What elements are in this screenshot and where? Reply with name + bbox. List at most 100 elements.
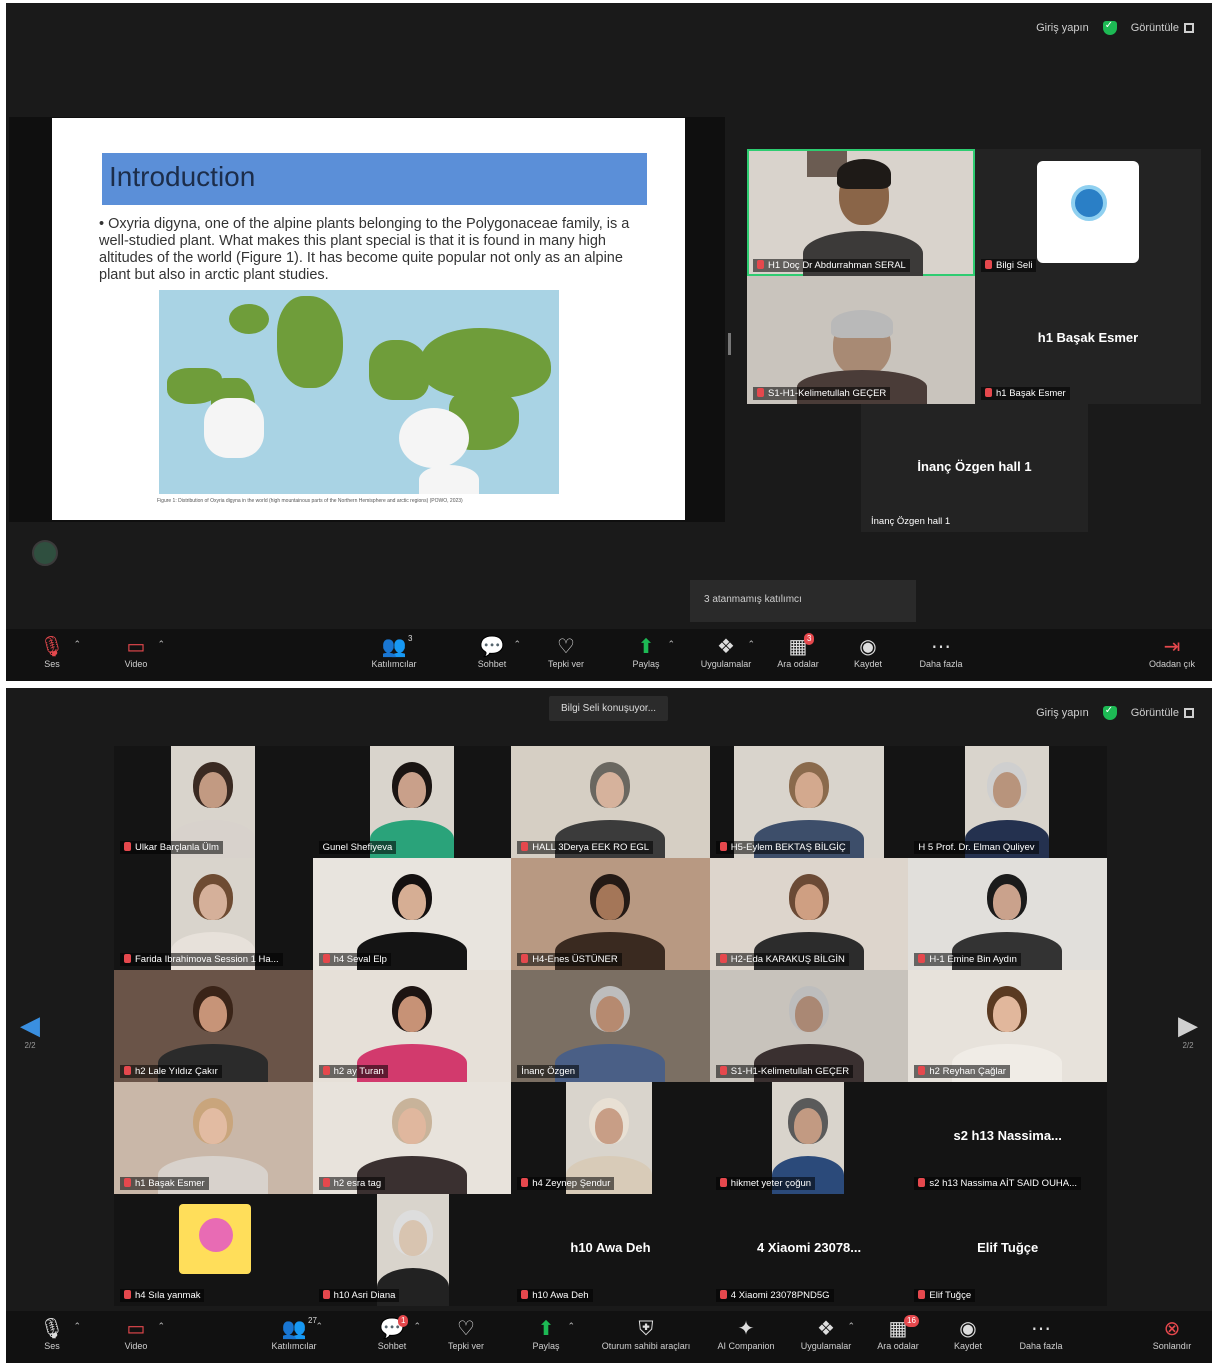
self-avatar[interactable] bbox=[32, 540, 58, 566]
video-tile[interactable]: s2 h13 Nassima... s2 h13 Nassima AİT SAID… bbox=[908, 1082, 1107, 1194]
split-resize-handle[interactable] bbox=[728, 333, 731, 355]
video-tile[interactable]: H2-Eda KARAKUŞ BİLGİN bbox=[709, 858, 909, 970]
security-shield-icon[interactable] bbox=[1102, 705, 1117, 720]
video-tile[interactable]: H4-Enes ÜSTÜNER bbox=[511, 858, 710, 970]
audio-button[interactable]: 🎙 Ses ⌃ bbox=[17, 1317, 87, 1351]
participant-name: h10 Awa Deh bbox=[517, 1289, 593, 1302]
reactions-button[interactable]: ♡ Tepki ver bbox=[531, 635, 601, 669]
sign-in-link[interactable]: Giriş yapın bbox=[1036, 22, 1089, 34]
participant-name: h2 Reyhan Çağlar bbox=[914, 1065, 1010, 1078]
ai-companion-button[interactable]: ✦ AI Companion bbox=[701, 1317, 791, 1351]
end-meeting-button[interactable]: ⊗ Sonlandır bbox=[1137, 1317, 1207, 1351]
leave-room-button[interactable]: ⇥ Odadan çık bbox=[1137, 635, 1207, 669]
chevron-up-icon[interactable]: ⌃ bbox=[513, 639, 521, 650]
video-tile[interactable]: Elif Tuğçe Elif Tuğçe bbox=[908, 1194, 1107, 1306]
video-tile[interactable]: Farida Ibrahimova Session 1 Ha... bbox=[114, 858, 313, 970]
chat-button[interactable]: 💬 1 Sohbet ⌃ bbox=[357, 1315, 427, 1351]
more-button[interactable]: ⋯ Daha fazla bbox=[906, 635, 976, 669]
mic-muted-icon bbox=[719, 954, 727, 963]
chevron-up-icon[interactable]: ⌃ bbox=[567, 1321, 575, 1332]
participants-button[interactable]: 👥 3 Katılımcılar bbox=[359, 634, 429, 669]
video-tile[interactable]: Gunel Shefiyeva bbox=[312, 746, 512, 858]
video-tile[interactable]: h4 Sıla yanmak bbox=[114, 1194, 313, 1306]
video-tile[interactable]: h2 esra tag bbox=[312, 1082, 512, 1194]
participant-name: H1 Doç Dr Abdurrahman SERAL bbox=[753, 259, 910, 272]
host-tools-button[interactable]: ⛨ Oturum sahibi araçları bbox=[591, 1317, 701, 1351]
mic-muted-icon bbox=[719, 842, 727, 851]
video-button[interactable]: ▭ Video ⌃ bbox=[101, 1317, 171, 1351]
record-button[interactable]: ◉ Kaydet bbox=[933, 1317, 1003, 1351]
participants-button[interactable]: 👥 27 Katılımcılar ⌃ bbox=[259, 1316, 329, 1351]
chevron-up-icon[interactable]: ⌃ bbox=[667, 639, 675, 650]
record-button[interactable]: ◉ Kaydet bbox=[833, 635, 903, 669]
video-tile[interactable]: H5-Eylem BEKTAŞ BİLGİÇ bbox=[709, 746, 909, 858]
video-tile[interactable]: HALL 3Derya EEK RO EGL bbox=[511, 746, 710, 858]
view-button[interactable]: Görüntüle bbox=[1131, 707, 1194, 719]
chevron-up-icon[interactable]: ⌃ bbox=[73, 1321, 81, 1332]
distribution-map bbox=[159, 290, 559, 494]
mic-muted-icon bbox=[124, 1178, 131, 1187]
video-tile[interactable]: 4 Xiaomi 23078... 4 Xiaomi 23078PND5G bbox=[709, 1194, 909, 1306]
apps-button[interactable]: ❖ Uygulamalar ⌃ bbox=[791, 1317, 861, 1351]
video-tile[interactable]: H1 Doç Dr Abdurrahman SERAL bbox=[747, 149, 975, 276]
chat-button[interactable]: 💬 Sohbet ⌃ bbox=[457, 635, 527, 669]
participant-name: h1 Başak Esmer bbox=[981, 387, 1070, 400]
video-tile[interactable]: S1-H1-Kelimetullah GEÇER bbox=[709, 970, 909, 1082]
rooms-badge: 16 bbox=[904, 1315, 919, 1327]
video-tile[interactable]: h1 Başak Esmer h1 Başak Esmer bbox=[975, 276, 1201, 404]
mic-muted-icon bbox=[521, 1178, 529, 1187]
chevron-up-icon[interactable]: ⌃ bbox=[157, 1321, 165, 1332]
video-button[interactable]: ▭ Video ⌃ bbox=[101, 635, 171, 669]
video-tile[interactable]: h10 Asri Diana bbox=[312, 1194, 512, 1306]
record-icon: ◉ bbox=[959, 1318, 977, 1340]
video-tile[interactable]: H 5 Prof. Dr. Elman Quliyev bbox=[908, 746, 1107, 858]
video-tile[interactable]: İnanç Özgen bbox=[511, 970, 710, 1082]
video-tile[interactable]: h2 Reyhan Çağlar bbox=[908, 970, 1107, 1082]
video-tile[interactable]: S1-H1-Kelimetullah GEÇER bbox=[747, 276, 975, 404]
previous-page-button[interactable]: ◀ 2/2 bbox=[20, 1010, 40, 1050]
more-button[interactable]: ⋯ Daha fazla bbox=[1006, 1317, 1076, 1351]
mic-muted-icon bbox=[322, 1066, 330, 1075]
video-tile[interactable]: h10 Awa Deh h10 Awa Deh bbox=[511, 1194, 710, 1306]
mic-muted-icon bbox=[985, 260, 992, 269]
sign-in-link[interactable]: Giriş yapın bbox=[1036, 707, 1089, 719]
participant-name: Bilgi Seli bbox=[981, 259, 1037, 272]
video-tile[interactable]: hikmet yeter çoğun bbox=[709, 1082, 909, 1194]
video-tile[interactable]: h1 Başak Esmer bbox=[114, 1082, 313, 1194]
video-tile[interactable]: Ulkar Barçlanla Ülm bbox=[114, 746, 313, 858]
video-tile[interactable]: h4 Seval Elp bbox=[312, 858, 512, 970]
chevron-up-icon[interactable]: ⌃ bbox=[315, 1321, 323, 1332]
next-page-button[interactable]: ▶ 2/2 bbox=[1178, 1010, 1198, 1050]
audio-button[interactable]: 🎙 Ses ⌃ bbox=[17, 635, 87, 669]
video-tile[interactable]: Bilgi Seli bbox=[975, 149, 1201, 276]
top-status-bar: Giriş yapın Görüntüle bbox=[1036, 705, 1194, 720]
reactions-button[interactable]: ♡ Tepki ver bbox=[431, 1317, 501, 1351]
chevron-up-icon[interactable]: ⌃ bbox=[73, 639, 81, 650]
video-tile[interactable]: H-1 Emine Bin Aydın bbox=[908, 858, 1107, 970]
share-button[interactable]: ⬆ Paylaş ⌃ bbox=[611, 635, 681, 669]
participant-name: İnanç Özgen hall 1 bbox=[871, 516, 951, 527]
breakout-rooms-button[interactable]: ▦ 3 Ara odalar bbox=[763, 633, 833, 669]
mic-muted-icon bbox=[918, 1066, 926, 1075]
apps-button[interactable]: ❖ Uygulamalar ⌃ bbox=[691, 635, 761, 669]
mic-muted-icon bbox=[918, 954, 926, 963]
share-button[interactable]: ⬆ Paylaş ⌃ bbox=[511, 1317, 581, 1351]
participant-display-name: İnanç Özgen hall 1 bbox=[917, 459, 1032, 474]
video-tile[interactable]: h2 Lale Yıldız Çakır bbox=[114, 970, 313, 1082]
more-icon: ⋯ bbox=[931, 636, 951, 658]
security-shield-icon[interactable] bbox=[1102, 20, 1117, 35]
video-tile[interactable]: İnanç Özgen hall 1 İnanç Özgen hall 1 bbox=[861, 404, 1088, 532]
view-button[interactable]: Görüntüle bbox=[1131, 22, 1194, 34]
breakout-rooms-button[interactable]: ▦ 16 Ara odalar bbox=[863, 1315, 933, 1351]
chevron-up-icon[interactable]: ⌃ bbox=[847, 1321, 855, 1332]
meeting-toolbar: 🎙 Ses ⌃ ▭ Video ⌃ 👥 3 Katılımcılar 💬 Sohbet ⌃ ♡ T… bbox=[6, 629, 1212, 681]
chevron-up-icon[interactable]: ⌃ bbox=[157, 639, 165, 650]
chevron-up-icon[interactable]: ⌃ bbox=[413, 1321, 421, 1332]
participant-name: H4-Enes ÜSTÜNER bbox=[517, 953, 622, 966]
chevron-up-icon[interactable]: ⌃ bbox=[747, 639, 755, 650]
unassigned-participants-notice[interactable]: 3 atanmamış katılımcı bbox=[690, 580, 916, 622]
top-status-bar: Giriş yapın Görüntüle bbox=[1036, 20, 1194, 35]
organization-logo bbox=[1037, 161, 1139, 263]
video-tile[interactable]: h2 ay Turan bbox=[312, 970, 512, 1082]
video-tile[interactable]: h4 Zeynep Şendur bbox=[511, 1082, 710, 1194]
